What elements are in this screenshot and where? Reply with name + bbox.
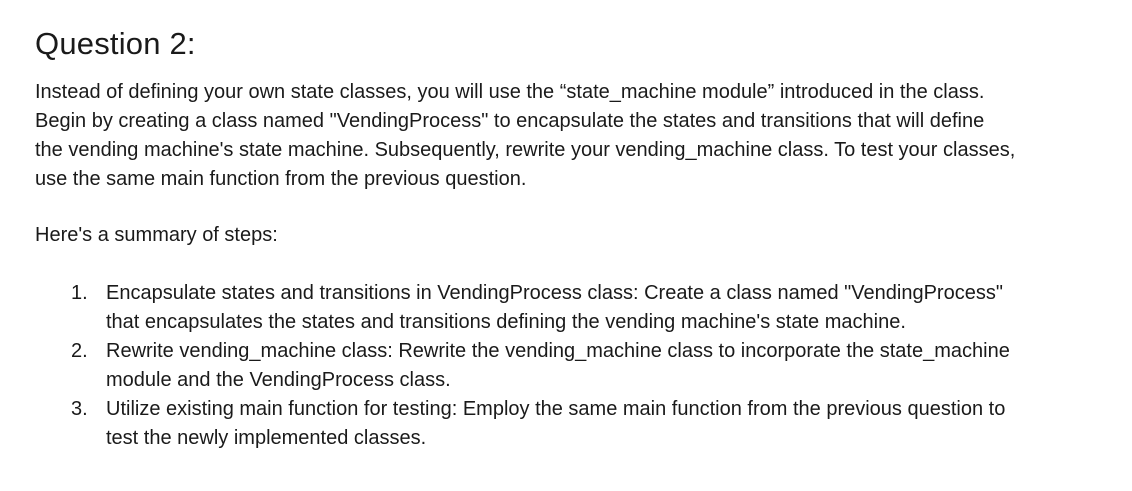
step-line: Utilize existing main function for testi… <box>106 398 1006 420</box>
step-item: 1. Encapsulate states and transitions in… <box>35 279 1125 337</box>
intro-line: Instead of defining your own state class… <box>35 81 985 103</box>
summary-heading: Here's a summary of steps: <box>35 224 278 246</box>
step-item: 2. Rewrite vending_machine class: Rewrit… <box>35 337 1125 395</box>
steps-list: 1. Encapsulate states and transitions in… <box>35 279 1125 453</box>
step-line: module and the VendingProcess class. <box>106 369 451 391</box>
step-line: test the newly implemented classes. <box>106 427 427 449</box>
step-number: 2. <box>71 340 88 362</box>
question-title: Question 2: <box>35 26 196 61</box>
step-line: Encapsulate states and transitions in Ve… <box>106 282 1003 304</box>
intro-line: the vending machine's state machine. Sub… <box>35 139 1016 161</box>
intro-line: Begin by creating a class named "Vending… <box>35 110 985 132</box>
intro-paragraph: Instead of defining your own state class… <box>35 78 1125 194</box>
step-item: 3. Utilize existing main function for te… <box>35 395 1125 453</box>
step-line: that encapsulates the states and transit… <box>106 311 906 333</box>
step-line: Rewrite vending_machine class: Rewrite t… <box>106 340 1010 362</box>
intro-line: use the same main function from the prev… <box>35 168 527 190</box>
step-number: 1. <box>71 282 88 304</box>
step-number: 3. <box>71 398 88 420</box>
